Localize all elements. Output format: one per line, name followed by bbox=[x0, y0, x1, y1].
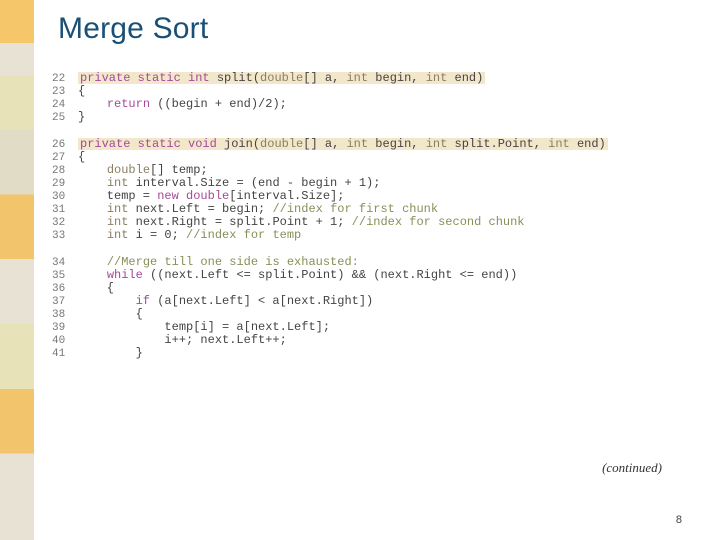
code-block-merge-loop: 34 //Merge till one side is exhausted: 3… bbox=[52, 256, 682, 360]
code-line: 40 i++; next.Left++; bbox=[52, 334, 682, 347]
code-listing: 22 private static int split(double[] a, … bbox=[52, 72, 682, 374]
code-text: if (a[next.Left] < a[next.Right]) bbox=[78, 295, 373, 307]
line-number: 23 bbox=[52, 87, 78, 98]
code-text: } bbox=[78, 347, 143, 359]
code-block-split: 22 private static int split(double[] a, … bbox=[52, 72, 682, 124]
line-number: 39 bbox=[52, 323, 78, 334]
line-number: 25 bbox=[52, 113, 78, 124]
code-text: { bbox=[78, 85, 85, 97]
code-text: int i = 0; //index for temp bbox=[78, 229, 301, 241]
code-text: int interval.Size = (end - begin + 1); bbox=[78, 177, 380, 189]
code-block-join-decl: 26 private static void join(double[] a, … bbox=[52, 138, 682, 242]
code-text: int next.Right = split.Point + 1; //inde… bbox=[78, 216, 525, 228]
code-text: { bbox=[78, 151, 85, 163]
code-line: 25 } bbox=[52, 111, 682, 124]
slide: Merge Sort 22 private static int split(d… bbox=[0, 0, 720, 540]
code-line: 24 return ((begin + end)/2); bbox=[52, 98, 682, 111]
code-text: double[] temp; bbox=[78, 164, 208, 176]
code-text: private static int split(double[] a, int… bbox=[78, 72, 485, 84]
line-number: 26 bbox=[52, 140, 78, 151]
code-text: i++; next.Left++; bbox=[78, 334, 287, 346]
code-text: int next.Left = begin; //index for first… bbox=[78, 203, 438, 215]
line-number: 28 bbox=[52, 166, 78, 177]
continued-label: (continued) bbox=[602, 460, 662, 476]
code-text: //Merge till one side is exhausted: bbox=[78, 256, 359, 268]
code-line: 37 if (a[next.Left] < a[next.Right]) bbox=[52, 295, 682, 308]
code-text: { bbox=[78, 308, 143, 320]
code-line: 35 while ((next.Left <= split.Point) && … bbox=[52, 269, 682, 282]
line-number: 33 bbox=[52, 231, 78, 242]
code-text: temp = new double[interval.Size]; bbox=[78, 190, 344, 202]
line-number: 27 bbox=[52, 153, 78, 164]
code-line: 41 } bbox=[52, 347, 682, 360]
line-number: 30 bbox=[52, 192, 78, 203]
left-accent-bar bbox=[0, 0, 34, 540]
code-text: return ((begin + end)/2); bbox=[78, 98, 287, 110]
line-number: 34 bbox=[52, 258, 78, 269]
line-number: 31 bbox=[52, 205, 78, 216]
line-number: 32 bbox=[52, 218, 78, 229]
code-line: 22 private static int split(double[] a, … bbox=[52, 72, 682, 85]
code-line: 33 int i = 0; //index for temp bbox=[52, 229, 682, 242]
slide-title: Merge Sort bbox=[58, 12, 208, 46]
code-text: while ((next.Left <= split.Point) && (ne… bbox=[78, 269, 517, 281]
line-number: 41 bbox=[52, 349, 78, 360]
line-number: 29 bbox=[52, 179, 78, 190]
line-number: 37 bbox=[52, 297, 78, 308]
code-text: { bbox=[78, 282, 114, 294]
code-text: } bbox=[78, 111, 85, 123]
page-number: 8 bbox=[676, 514, 682, 526]
code-text: private static void join(double[] a, int… bbox=[78, 138, 608, 150]
line-number: 22 bbox=[52, 74, 78, 85]
code-line: 26 private static void join(double[] a, … bbox=[52, 138, 682, 151]
line-number: 36 bbox=[52, 284, 78, 295]
line-number: 38 bbox=[52, 310, 78, 321]
line-number: 35 bbox=[52, 271, 78, 282]
line-number: 40 bbox=[52, 336, 78, 347]
line-number: 24 bbox=[52, 100, 78, 111]
code-text: temp[i] = a[next.Left]; bbox=[78, 321, 330, 333]
